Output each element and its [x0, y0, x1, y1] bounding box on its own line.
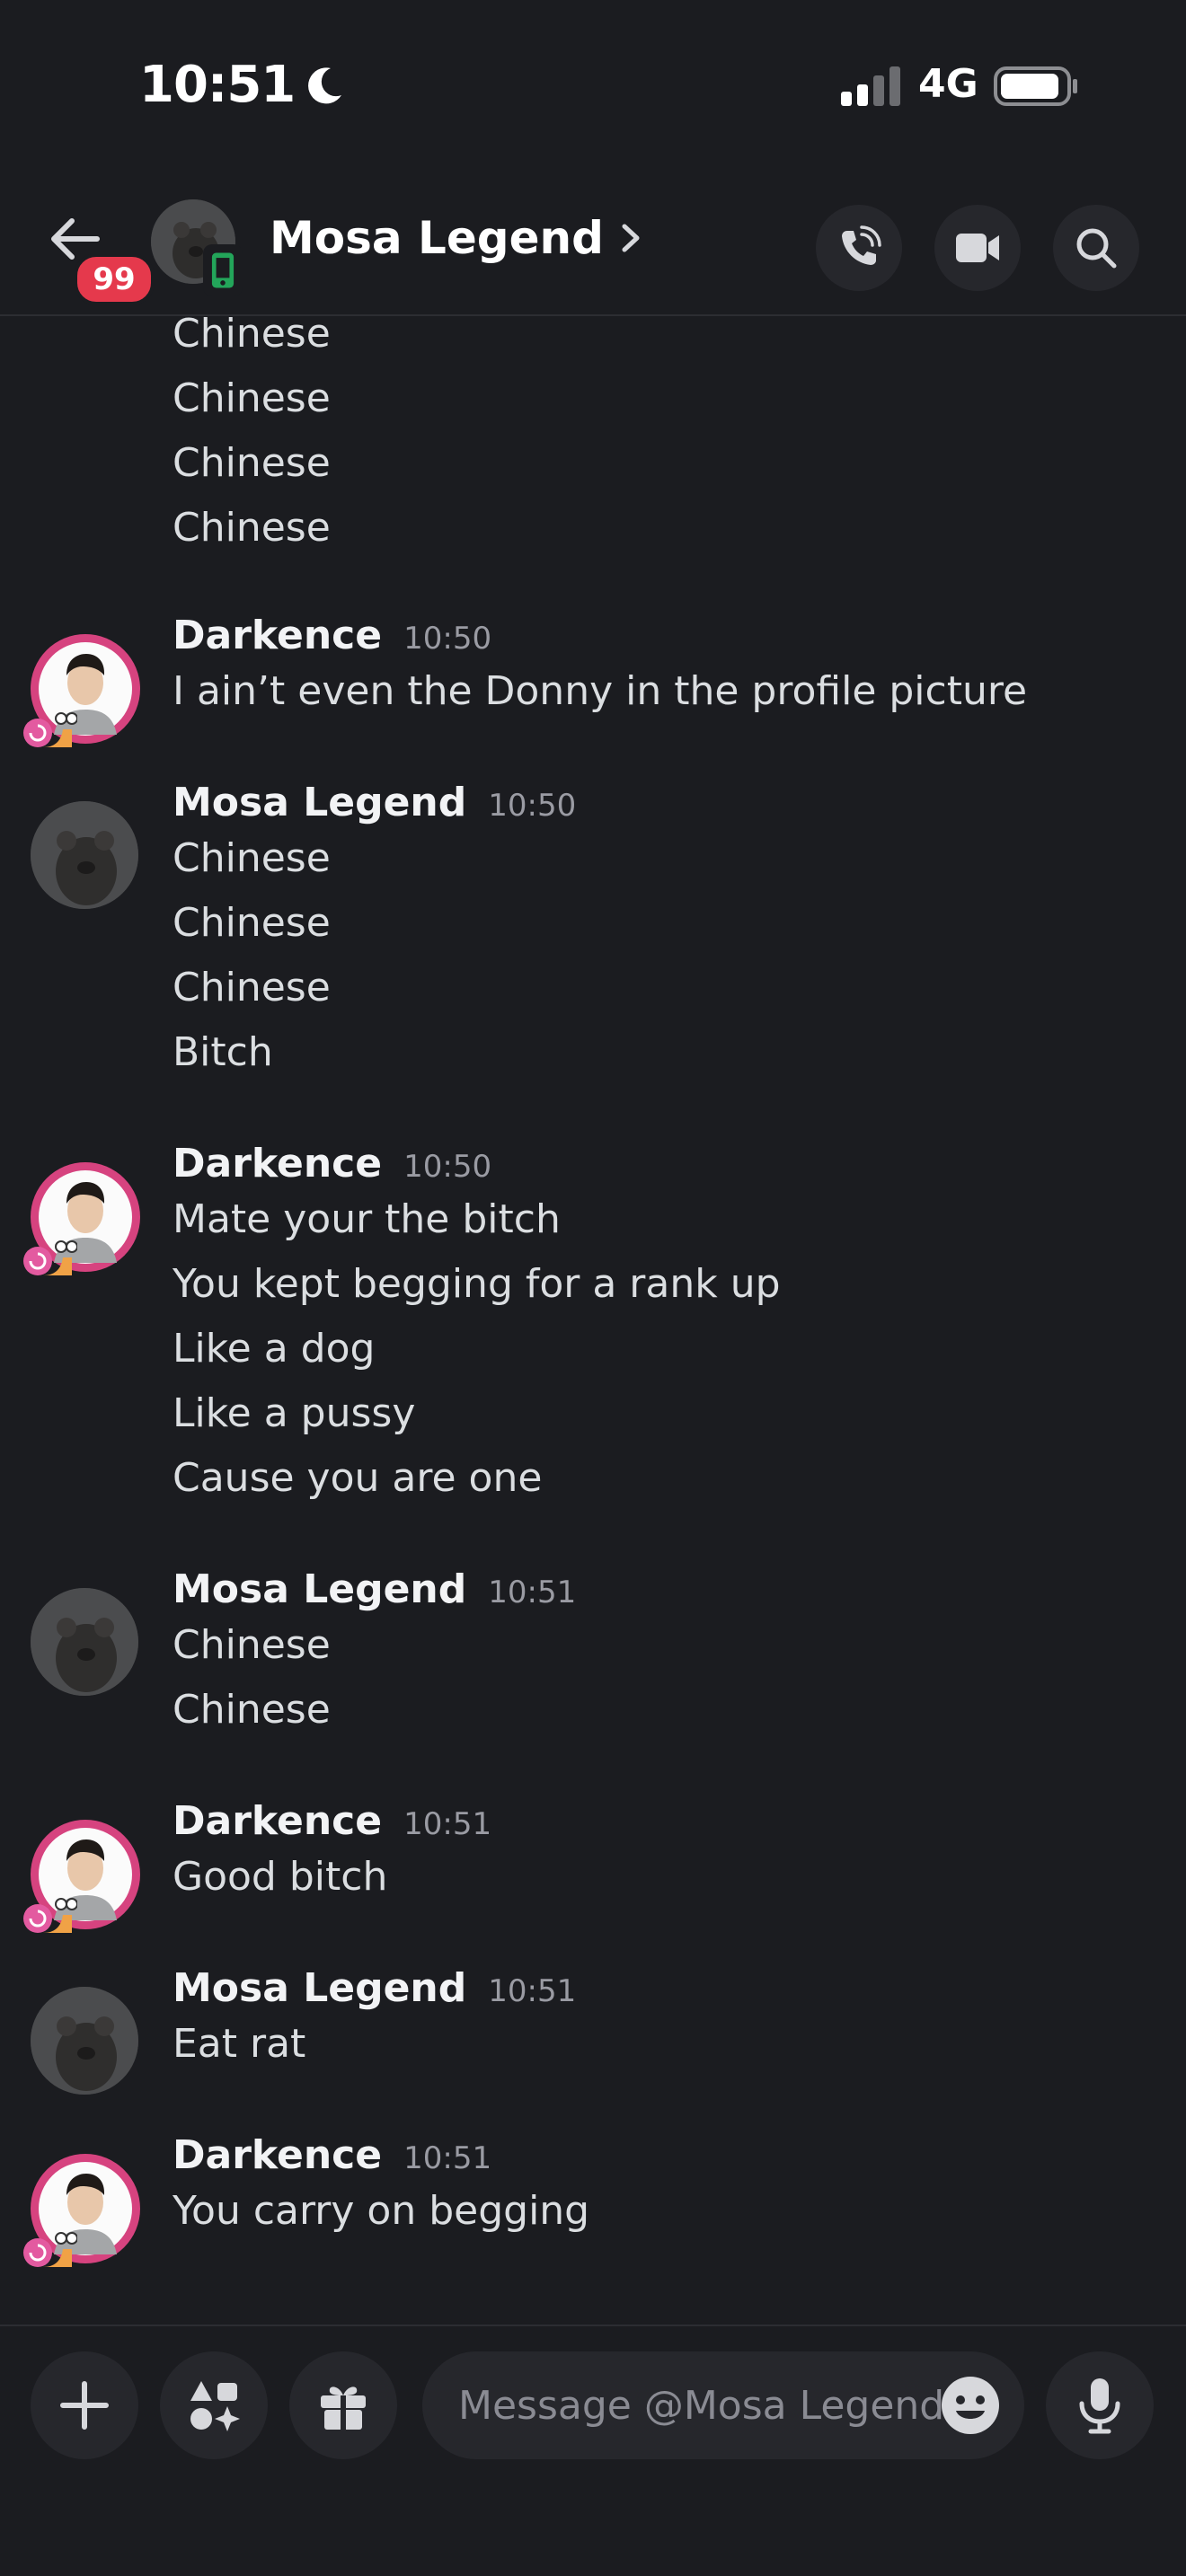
message-text: Eat rat: [173, 2021, 306, 2067]
message-text: Chinese: [173, 1622, 331, 1668]
message-text: You kept begging for a rank up: [173, 1261, 781, 1307]
avatar[interactable]: [31, 1987, 140, 2096]
message-timestamp: 10:50: [403, 621, 492, 657]
snail-decoration-icon: [23, 2232, 77, 2267]
message-input[interactable]: Message @Mosa Legend: [422, 2351, 1024, 2459]
message-text: Chinese: [173, 375, 331, 421]
emoji-icon[interactable]: [940, 2375, 1001, 2436]
message-list[interactable]: Chinese Chinese Chinese Chinese Darkence…: [0, 316, 1186, 2325]
message-timestamp: 10:51: [403, 2140, 492, 2176]
message-timestamp: 10:51: [403, 1806, 492, 1842]
mobile-online-icon: [203, 244, 243, 296]
message-author[interactable]: Darkence: [173, 1798, 382, 1844]
message-author[interactable]: Mosa Legend: [173, 1965, 466, 2011]
voice-call-button[interactable]: [816, 205, 902, 291]
message-text: Good bitch: [173, 1854, 388, 1900]
moon-icon: [308, 66, 342, 103]
avatar[interactable]: [23, 1820, 140, 1933]
message-timestamp: 10:50: [488, 788, 577, 824]
network-type: 4G: [918, 61, 978, 107]
message-text: Chinese: [173, 965, 331, 1010]
conversation-title[interactable]: Mosa Legend: [270, 212, 642, 264]
phone-icon: [842, 225, 881, 265]
avatar[interactable]: [23, 2154, 140, 2267]
snail-decoration-icon: [23, 1898, 77, 1933]
snail-decoration-icon: [23, 712, 77, 747]
snail-decoration-icon: [23, 1240, 77, 1275]
avatar[interactable]: [31, 801, 140, 911]
status-time: 10:51: [139, 56, 345, 114]
composer-bar: Message @Mosa Legend: [0, 2325, 1186, 2576]
microphone-icon: [1079, 2378, 1120, 2434]
message-timestamp: 10:51: [488, 1575, 577, 1610]
add-attachment-button[interactable]: [31, 2351, 138, 2459]
chat-header: 99 Mosa Legend: [0, 180, 1186, 316]
chevron-right-icon: [622, 224, 640, 252]
message-text: You carry on begging: [173, 2188, 590, 2234]
message-text: Chinese: [173, 900, 331, 946]
gift-button[interactable]: [289, 2351, 397, 2459]
message-author[interactable]: Darkence: [173, 1141, 382, 1187]
video-camera-icon: [956, 234, 999, 262]
message-input-placeholder: Message @Mosa Legend: [458, 2382, 945, 2429]
search-button[interactable]: [1053, 205, 1139, 291]
battery-icon: [994, 66, 1077, 106]
cellular-signal-icon: [841, 66, 900, 106]
status-bar: 10:51 4G: [0, 0, 1186, 180]
lion-cub-avatar-image: [31, 1987, 138, 2095]
voice-message-button[interactable]: [1046, 2351, 1154, 2459]
message-text: Chinese: [173, 440, 331, 486]
lion-cub-avatar-image: [31, 801, 138, 909]
plus-icon: [60, 2381, 109, 2430]
unread-badge: 99: [74, 253, 155, 305]
message-author[interactable]: Mosa Legend: [173, 780, 466, 825]
avatar[interactable]: [23, 634, 140, 747]
message-text: Chinese: [173, 316, 331, 357]
message-text: Like a dog: [173, 1326, 376, 1372]
message-author[interactable]: Darkence: [173, 613, 382, 658]
message-timestamp: 10:51: [488, 1973, 577, 2009]
message-text: Like a pussy: [173, 1390, 416, 1436]
message-author[interactable]: Mosa Legend: [173, 1566, 466, 1612]
avatar[interactable]: [31, 1588, 140, 1698]
message-text: I ain’t even the Donny in the profile pi…: [173, 668, 1028, 714]
message-author[interactable]: Darkence: [173, 2132, 382, 2178]
message-text: Chinese: [173, 835, 331, 881]
lion-cub-avatar-image: [31, 1588, 138, 1696]
message-text: Mate your the bitch: [173, 1196, 561, 1242]
gift-icon: [321, 2386, 366, 2430]
message-text: Bitch: [173, 1029, 273, 1075]
status-time-text: 10:51: [139, 56, 296, 114]
apps-icon: [190, 2381, 240, 2431]
avatar[interactable]: [23, 1162, 140, 1275]
apps-button[interactable]: [160, 2351, 268, 2459]
message-text: Chinese: [173, 1687, 331, 1733]
search-icon: [1076, 228, 1117, 269]
conversation-title-text: Mosa Legend: [270, 212, 604, 264]
video-call-button[interactable]: [934, 205, 1021, 291]
message-text: Chinese: [173, 505, 331, 551]
message-text: Cause you are one: [173, 1455, 543, 1501]
message-timestamp: 10:50: [403, 1149, 492, 1185]
